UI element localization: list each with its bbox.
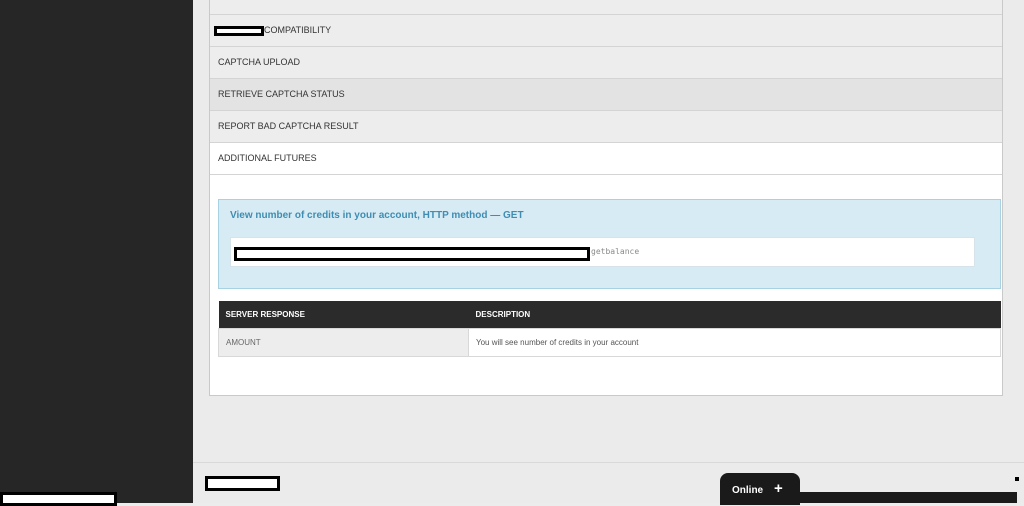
redacted-block — [205, 476, 280, 491]
plus-icon[interactable]: + — [774, 480, 783, 497]
menu-item-label: COMPATIBILITY — [264, 25, 332, 35]
menu-item-label: CAPTCHA UPLOAD — [218, 57, 301, 67]
code-suffix: getbalance — [591, 247, 640, 256]
menu-item-label: RETRIEVE CAPTCHA STATUS — [218, 89, 345, 99]
table-cell-key: AMOUNT — [218, 328, 469, 357]
redacted-block — [0, 492, 117, 506]
corner-dot — [1015, 477, 1019, 481]
redacted-block — [234, 247, 590, 261]
menu-item-cut-off[interactable] — [210, 0, 1002, 15]
menu-item-label: REPORT BAD CAPTCHA RESULT — [218, 121, 359, 131]
footer-divider — [193, 462, 1024, 463]
table-header-server-response: SERVER RESPONSE — [218, 301, 469, 329]
info-title: View number of credits in your account, … — [230, 210, 524, 221]
info-box: View number of credits in your account, … — [218, 199, 1001, 289]
chat-bar[interactable] — [797, 492, 1017, 503]
table-row: AMOUNT You will see number of credits in… — [218, 328, 1001, 357]
menu-item-retrieve-status[interactable]: RETRIEVE CAPTCHA STATUS — [210, 79, 1002, 111]
table-cell-value: You will see number of credits in your a… — [468, 328, 1001, 357]
docs-panel: COMPATIBILITY CAPTCHA UPLOAD RETRIEVE CA… — [209, 0, 1003, 396]
response-table: SERVER RESPONSE DESCRIPTION AMOUNT You w… — [218, 301, 1001, 357]
table-header-row: SERVER RESPONSE DESCRIPTION — [218, 301, 1001, 329]
redacted-block — [214, 25, 264, 36]
main-content: COMPATIBILITY CAPTCHA UPLOAD RETRIEVE CA… — [193, 0, 1024, 505]
menu-item-compatibility[interactable]: COMPATIBILITY — [210, 15, 1002, 47]
online-label: Online — [732, 485, 764, 496]
menu-item-captcha-upload[interactable]: CAPTCHA UPLOAD — [210, 47, 1002, 79]
online-chat-tab[interactable]: Online + — [720, 473, 800, 505]
menu-item-additional-futures[interactable]: ADDITIONAL FUTURES — [210, 143, 1002, 175]
code-box[interactable]: getbalance — [230, 237, 975, 267]
left-sidebar — [0, 0, 193, 506]
menu-item-label: ADDITIONAL FUTURES — [218, 153, 317, 163]
table-header-description: DESCRIPTION — [468, 301, 1001, 329]
menu-item-report-bad[interactable]: REPORT BAD CAPTCHA RESULT — [210, 111, 1002, 143]
